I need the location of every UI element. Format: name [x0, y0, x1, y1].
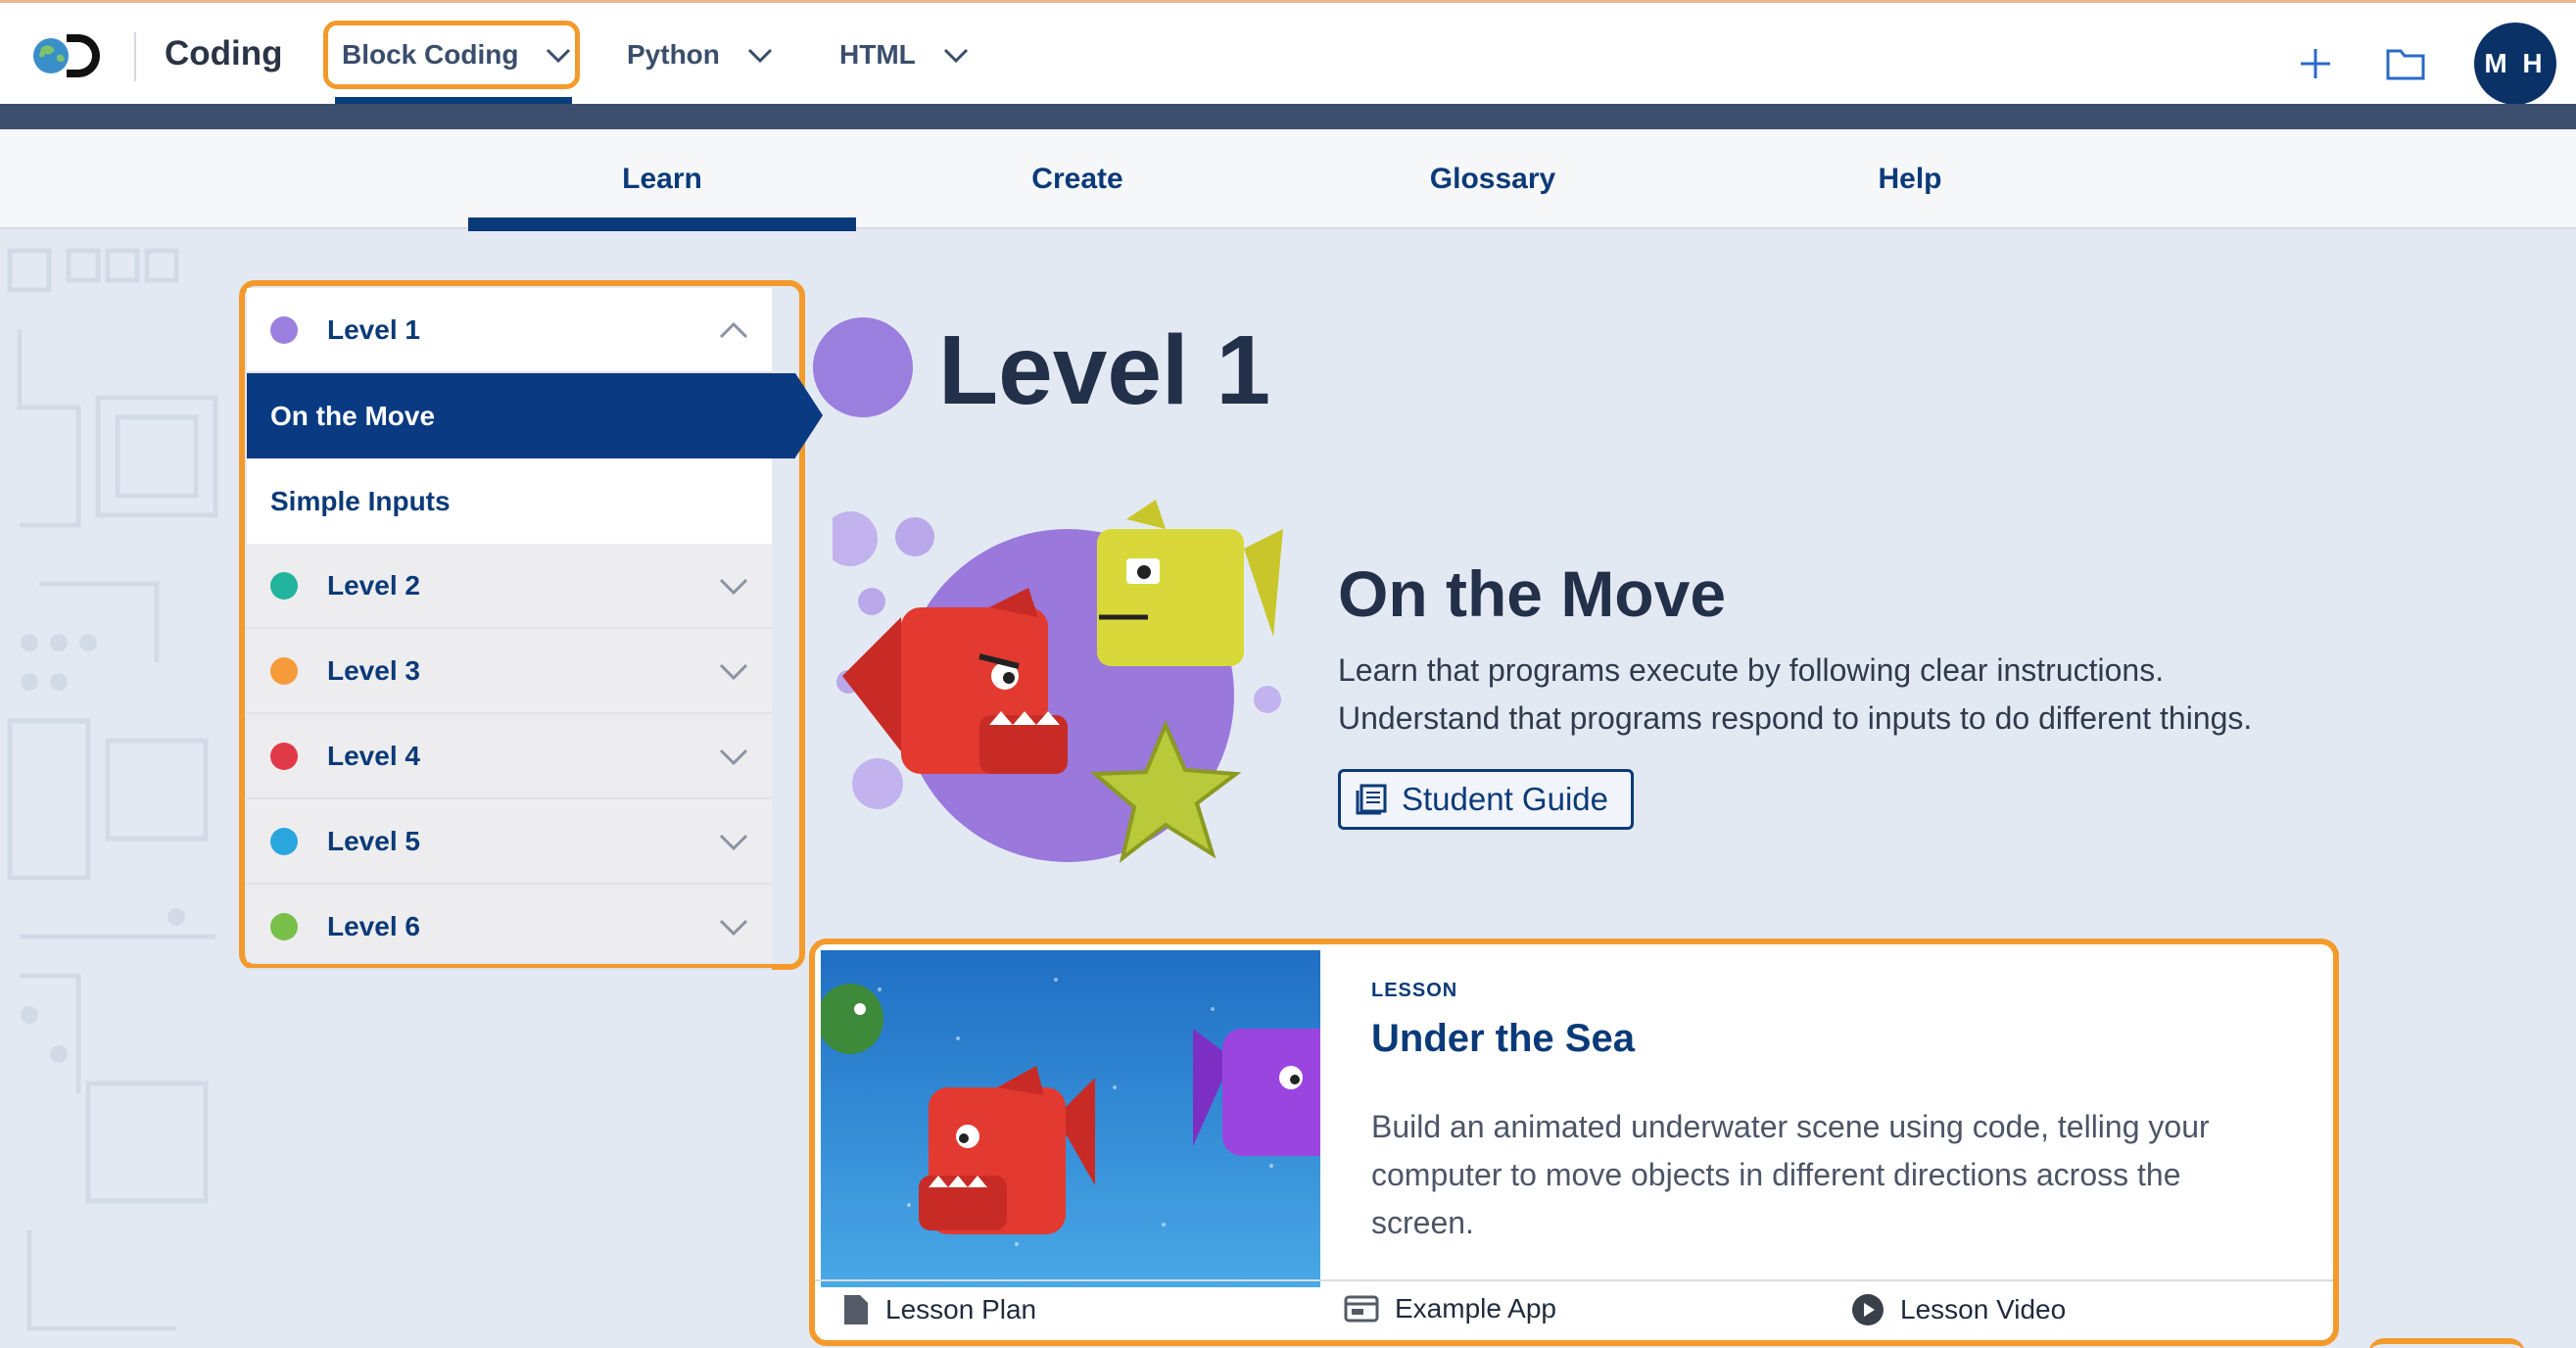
chevron-down-icon: [747, 48, 772, 64]
document-icon: [844, 1295, 868, 1324]
lesson-video-link[interactable]: Lesson Video: [1851, 1293, 2066, 1326]
lesson-description: Build an animated underwater scene using…: [1371, 1109, 2210, 1240]
top-bar: Coding Block Coding Python HTML M H: [0, 0, 2576, 105]
folder-button[interactable]: [2384, 42, 2427, 85]
level-4-header[interactable]: Level 4: [247, 714, 772, 799]
nav-python[interactable]: Python: [627, 21, 775, 89]
app-window-icon: [1344, 1295, 1379, 1323]
lesson-video-label: Lesson Video: [1900, 1294, 2067, 1324]
section-tabs: Learn Create Glossary Help: [0, 129, 2576, 231]
level-6-header[interactable]: Level 6: [247, 885, 772, 970]
add-button[interactable]: [2294, 42, 2337, 85]
level-label: Level 2: [327, 569, 420, 601]
example-app-label: Example App: [1395, 1293, 1556, 1324]
lesson-thumbnail: [821, 950, 1320, 1287]
level-label: Level 1: [327, 313, 420, 345]
example-app-link[interactable]: Example App: [1344, 1293, 1556, 1324]
unit-title: On the Move: [1338, 557, 1727, 630]
lesson-label: On the Move: [270, 400, 436, 431]
chevron-down-icon: [719, 663, 748, 681]
fish-illustration: [833, 500, 1283, 864]
nav-block-coding[interactable]: Block Coding: [323, 21, 580, 89]
tab-learn[interactable]: Learn: [468, 129, 856, 231]
lesson-eyebrow: LESSON: [1371, 980, 1458, 1001]
chevron-down-icon: [943, 48, 968, 64]
lesson-on-the-move[interactable]: On the Move: [247, 373, 823, 458]
level-dot: [270, 571, 298, 600]
discovery-logo[interactable]: [27, 26, 110, 85]
next-card-edge: [2368, 1338, 2525, 1348]
level-label: Level 4: [327, 740, 420, 771]
nav-python-label: Python: [627, 39, 720, 70]
level-2-header[interactable]: Level 2: [247, 544, 772, 629]
level-dot: [270, 912, 298, 940]
tab-glossary[interactable]: Glossary: [1299, 129, 1687, 229]
nav-html[interactable]: HTML: [839, 21, 971, 89]
decorative-band: [0, 104, 2576, 129]
unit-description: Learn that programs execute by following…: [1338, 647, 2415, 743]
level-label: Level 6: [327, 910, 420, 941]
chevron-down-icon: [719, 834, 748, 851]
level-dot: [270, 315, 298, 344]
level-label: Level 5: [327, 825, 420, 856]
nav-html-label: HTML: [839, 39, 916, 70]
card-divider: [815, 1279, 2333, 1281]
book-icon: [1356, 784, 1387, 815]
lesson-simple-inputs[interactable]: Simple Inputs: [247, 458, 772, 544]
level-dot: [270, 656, 298, 685]
level-dot: [270, 827, 298, 855]
chevron-down-icon: [547, 48, 571, 64]
play-icon: [1852, 1294, 1884, 1325]
folder-icon: [2386, 49, 2425, 80]
top-right-actions: M H: [2294, 23, 2556, 105]
app-title: Coding: [165, 34, 283, 72]
logo-divider: [134, 32, 136, 81]
chevron-down-icon: [719, 919, 748, 937]
student-guide-label: Student Guide: [1402, 781, 1608, 817]
unit-objective-1: Learn that programs execute by following…: [1338, 652, 2165, 688]
lesson-title[interactable]: Under the Sea: [1371, 1017, 1635, 1061]
level-sidebar: Level 1 On the Move Simple Inputs Level …: [247, 288, 823, 970]
chevron-up-icon: [719, 321, 748, 339]
unit-objective-2: Understand that programs respond to inpu…: [1338, 700, 2253, 736]
page-title: Level 1: [938, 315, 1271, 425]
tab-create[interactable]: Create: [883, 129, 1271, 229]
tab-help[interactable]: Help: [1716, 129, 2104, 229]
level-3-header[interactable]: Level 3: [247, 629, 772, 714]
level-color-dot: [813, 317, 913, 417]
level-5-header[interactable]: Level 5: [247, 799, 772, 885]
chevron-down-icon: [719, 748, 748, 766]
level-1-header[interactable]: Level 1: [247, 288, 772, 373]
chevron-down-icon: [719, 578, 748, 596]
student-guide-button[interactable]: Student Guide: [1338, 769, 1634, 830]
circuit-background: [7, 248, 218, 1331]
level-dot: [270, 742, 298, 770]
plus-icon: [2301, 49, 2330, 78]
user-avatar[interactable]: M H: [2474, 23, 2556, 105]
lesson-plan-label: Lesson Plan: [885, 1294, 1037, 1324]
lesson-label: Simple Inputs: [270, 485, 451, 516]
nav-block-coding-label: Block Coding: [342, 39, 519, 70]
level-label: Level 3: [327, 654, 420, 686]
lesson-plan-link[interactable]: Lesson Plan: [842, 1293, 1036, 1326]
